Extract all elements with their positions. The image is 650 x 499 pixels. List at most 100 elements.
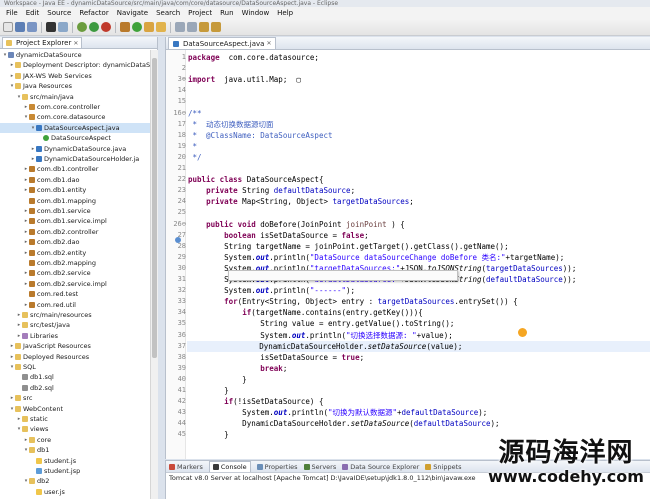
code-line[interactable]: System.out.println("------"); xyxy=(188,285,355,296)
code-line[interactable]: System.out.println("切换为默认数据源"+defaultDat… xyxy=(188,407,487,418)
menu-run[interactable]: Run xyxy=(216,9,237,17)
tree-item[interactable]: ▸ core xyxy=(0,435,150,445)
tree-item[interactable]: ▸ com.db2.service.impl xyxy=(0,279,150,289)
terminal-icon[interactable] xyxy=(46,22,56,32)
tree-item[interactable]: ▸ static xyxy=(0,414,150,424)
code-line[interactable]: System.out.println("DataSource dataSourc… xyxy=(188,252,564,263)
tree-item[interactable]: ▾ dynamicDataSource xyxy=(0,50,150,60)
open-type-icon[interactable] xyxy=(144,22,154,32)
tree-item[interactable]: user.js xyxy=(0,487,150,497)
menu-project[interactable]: Project xyxy=(184,9,216,17)
tree-item[interactable]: ▾ SQL xyxy=(0,362,150,372)
explorer-scrollbar[interactable] xyxy=(150,50,158,499)
tree-item[interactable]: ▸ src/main/resources xyxy=(0,310,150,320)
quick-fix-icon[interactable] xyxy=(518,328,527,337)
code-line[interactable]: DynamicDataSourceHolder.setDataSource(va… xyxy=(187,340,650,352)
run-icon[interactable] xyxy=(89,22,99,32)
close-icon[interactable]: ✕ xyxy=(266,40,271,47)
tree-item[interactable]: db1.sql xyxy=(0,372,150,382)
menu-navigate[interactable]: Navigate xyxy=(113,9,152,17)
code-line[interactable]: * @ClassName: DataSourceAspect xyxy=(188,130,333,141)
code-line[interactable]: * xyxy=(188,141,198,152)
tree-item[interactable]: ▸ JavaScript Resources xyxy=(0,341,150,351)
code-line[interactable]: } xyxy=(188,429,229,440)
save-all-icon[interactable] xyxy=(27,22,37,32)
code-line[interactable]: isSetDataSource = true; xyxy=(188,352,364,363)
code-line[interactable]: } xyxy=(188,374,247,385)
run-external-icon[interactable] xyxy=(101,22,111,32)
code-line[interactable]: boolean isSetDataSource = false; xyxy=(188,230,369,241)
tree-item[interactable]: ▸ JAX-WS Web Services xyxy=(0,71,150,81)
code-line[interactable]: String targetName = joinPoint.getTarget(… xyxy=(188,241,508,252)
tree-item[interactable]: student.js xyxy=(0,456,150,466)
tree-item[interactable]: com.db1.mapping xyxy=(0,196,150,206)
code-area[interactable]: 1 package com.core.datasource; 2 3⊕ import j… xyxy=(166,50,650,459)
tree-item[interactable]: db2.sql xyxy=(0,383,150,393)
tab-datasourceaspect-java[interactable]: DataSourceAspect.java ✕ xyxy=(168,37,277,49)
code-line[interactable]: break; xyxy=(188,363,287,374)
tree-item[interactable]: ▸ com.db2.dao xyxy=(0,237,150,247)
save-icon[interactable] xyxy=(15,22,25,32)
close-icon[interactable]: ✕ xyxy=(73,40,78,47)
tree-item[interactable]: ▸ com.db2.entity xyxy=(0,248,150,258)
tree-item[interactable]: ▸ Deployment Descriptor: dynamicDataSo xyxy=(0,60,150,70)
new-java-class-icon[interactable] xyxy=(132,22,142,32)
menu-refactor[interactable]: Refactor xyxy=(75,9,112,17)
tree-item[interactable]: DataSourceAspect xyxy=(0,133,150,143)
tree-item[interactable]: ▸ com.db1.service xyxy=(0,206,150,216)
tree-item[interactable]: ▸ com.db1.controller xyxy=(0,164,150,174)
tree-item[interactable]: ▸ com.red.util xyxy=(0,300,150,310)
tree-item[interactable]: ▸ src/test/java xyxy=(0,320,150,330)
code-line[interactable]: DynamicDataSourceHolder.setDataSource(de… xyxy=(188,418,499,429)
tab-properties[interactable]: Properties xyxy=(256,463,298,471)
tree-item[interactable]: com.red.test xyxy=(0,289,150,299)
code-line[interactable]: if(targetName.contains(entry.getKey())){ xyxy=(188,307,423,318)
tree-item[interactable]: ▾ WebContent xyxy=(0,404,150,414)
tree-item[interactable]: ▸ src xyxy=(0,393,150,403)
tree-item[interactable]: ▾ src/main/java xyxy=(0,92,150,102)
tree-item[interactable]: ▸ DynamicDataSourceHolder.ja xyxy=(0,154,150,164)
tab-markers[interactable]: Markers xyxy=(169,463,203,471)
tree-item[interactable]: ▾ com.core.datasource xyxy=(0,112,150,122)
console-output[interactable] xyxy=(166,483,650,499)
search-icon[interactable] xyxy=(156,22,166,32)
debug-icon[interactable] xyxy=(77,22,87,32)
tree-item[interactable]: ▸ com.db1.service.impl xyxy=(0,216,150,226)
code-line[interactable]: for(Entry<String, Object> entry : target… xyxy=(188,296,518,307)
tree-item[interactable]: com.db2.mapping xyxy=(0,258,150,268)
menu-edit[interactable]: Edit xyxy=(22,9,44,17)
code-line[interactable]: package com.core.datasource; xyxy=(188,52,319,63)
annotation-next-icon[interactable] xyxy=(175,22,185,32)
menu-search[interactable]: Search xyxy=(152,9,184,17)
tree-item[interactable]: ▸ com.db1.dao xyxy=(0,175,150,185)
code-line[interactable]: public void doBefore(JoinPoint joinPoint… xyxy=(188,219,405,230)
back-icon[interactable] xyxy=(199,22,209,32)
menu-window[interactable]: Window xyxy=(238,9,274,17)
tree-item[interactable]: ▾ db1 xyxy=(0,445,150,455)
code-line[interactable]: String value = entry.getValue().toString… xyxy=(188,318,454,329)
scrollbar-thumb[interactable] xyxy=(152,58,157,358)
tree-item[interactable]: ▸ Deployed Resources xyxy=(0,352,150,362)
tree-item[interactable]: ▸ com.core.controller xyxy=(0,102,150,112)
annotation-prev-icon[interactable] xyxy=(187,22,197,32)
tree-item[interactable]: student.jsp xyxy=(0,466,150,476)
menu-file[interactable]: File xyxy=(2,9,22,17)
code-line[interactable]: import java.util.Map; ▢ xyxy=(188,74,301,85)
code-line[interactable]: * 动态切换数据源切面 xyxy=(188,119,274,130)
new-java-package-icon[interactable] xyxy=(120,22,130,32)
code-line[interactable]: /** xyxy=(188,108,202,119)
code-line[interactable]: System.out.println("切换选择数据源: "+value); xyxy=(188,330,453,341)
tab-snippets[interactable]: Snippets xyxy=(425,463,462,471)
code-line[interactable]: } xyxy=(188,385,229,396)
code-line[interactable]: if(!isSetDataSource) { xyxy=(188,396,323,407)
tab-data-source-explorer[interactable]: Data Source Explorer xyxy=(342,463,419,471)
menu-source[interactable]: Source xyxy=(43,9,75,17)
tree-item[interactable]: ▾ DataSourceAspect.java xyxy=(0,122,150,133)
tree-item[interactable]: ▸ com.db1.entity xyxy=(0,185,150,195)
server-icon[interactable] xyxy=(58,22,68,32)
code-line[interactable]: */ xyxy=(188,152,202,163)
tab-project-explorer[interactable]: Project Explorer ✕ xyxy=(2,37,83,48)
tree-item[interactable]: ▾ db2 xyxy=(0,476,150,486)
forward-icon[interactable] xyxy=(211,22,221,32)
tree-item[interactable]: ▸ com.db2.controller xyxy=(0,227,150,237)
